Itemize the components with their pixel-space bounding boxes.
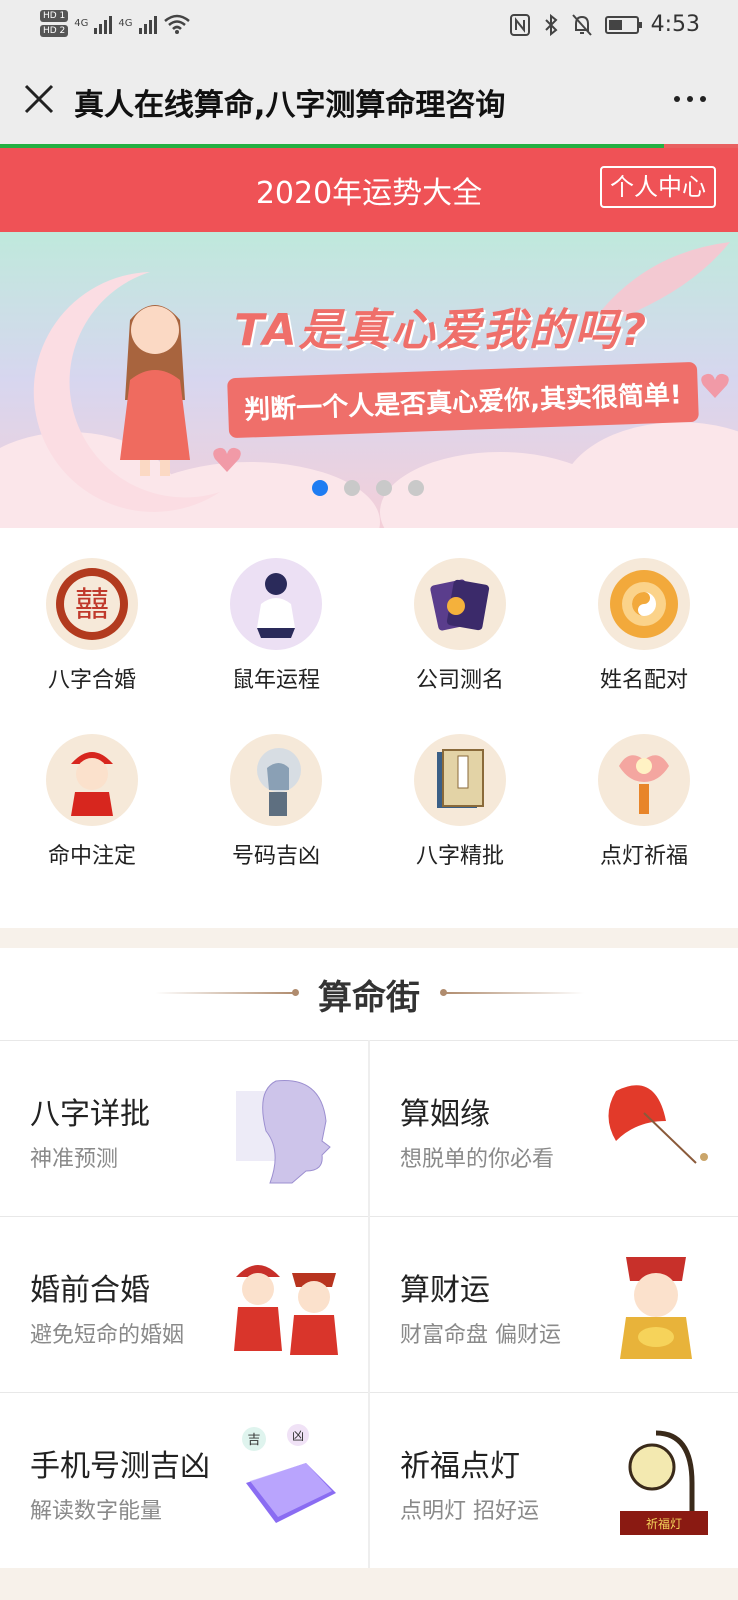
carousel-dot[interactable] [344, 480, 360, 496]
grid-item-bazi-jingpi[interactable]: 八字精批 [368, 734, 552, 870]
bride-icon [46, 734, 138, 826]
card-shoujihao-jixiong[interactable]: 手机号测吉凶 解读数字能量 吉 凶 [0, 1392, 368, 1568]
xiong-tag: 凶 [292, 1429, 304, 1443]
lamp-icon: 祈福灯 [620, 1430, 708, 1535]
grid-item-label: 鼠年运程 [231, 668, 320, 693]
more-icon[interactable] [674, 96, 706, 102]
page-bottom [0, 1568, 738, 1600]
umbrella-icon [608, 1085, 708, 1164]
signal-2-icon [138, 14, 157, 34]
card-suan-yinyuan[interactable]: 算姻缘 想脱单的你必看 [370, 1040, 738, 1216]
card-suan-caiyun[interactable]: 算财运 财富命盘 偏财运 [370, 1216, 738, 1392]
close-icon[interactable] [22, 82, 56, 116]
svg-text:囍: 囍 [75, 585, 109, 625]
grid-item-label: 命中注定 [47, 844, 136, 869]
carousel-dot[interactable] [312, 480, 328, 496]
grid-item-label: 八字精批 [415, 844, 504, 869]
banner-headline: TA是真心爱我的吗? [234, 305, 649, 356]
grid-item-haoma-jixiong[interactable]: 号码吉凶 [184, 734, 368, 870]
card-title: 手机号测吉凶 [30, 1449, 210, 1484]
user-center-button[interactable]: 个人中心 [600, 166, 716, 208]
signal-1-icon [94, 14, 113, 34]
grid-item-label: 号码吉凶 [231, 844, 320, 869]
webview-title-bar: 真人在线算命,八字测算命理咨询 [0, 56, 738, 144]
card-subtitle: 想脱单的你必看 [400, 1147, 555, 1172]
grid-item-gongsi-ceming[interactable]: 公司测名 [368, 558, 552, 694]
heart-icon [213, 447, 241, 472]
feature-grid: 囍 八字合婚 鼠年运程 公司测名 姓名配对 命中注定 号码吉凶 八字精批 点灯祈… [0, 530, 738, 928]
divider-right [444, 992, 584, 994]
bluetooth-icon [544, 13, 558, 36]
grid-item-label: 八字合婚 [47, 668, 136, 693]
status-bar: HD 1 HD 2 4G 4G 4:53 [0, 0, 738, 56]
section-title: 算命街 [318, 978, 420, 1018]
grid-item-bazi-hehun[interactable]: 囍 八字合婚 [0, 558, 184, 694]
carousel-dot[interactable] [376, 480, 392, 496]
fortune-god-icon [620, 1257, 692, 1359]
status-left: HD 1 HD 2 4G 4G [40, 10, 191, 37]
card-subtitle: 神准预测 [30, 1147, 119, 1172]
robot-icon [230, 734, 322, 826]
card-subtitle: 解读数字能量 [30, 1499, 163, 1524]
carousel-indicator [312, 480, 424, 496]
card-hunqian-hehun[interactable]: 婚前合婚 避免短命的婚姻 [0, 1216, 368, 1392]
network-type-1: 4G [74, 18, 89, 29]
card-bazi-xiangpi[interactable]: 八字详批 神准预测 [0, 1040, 368, 1216]
wifi-icon [163, 14, 190, 34]
lamp-label: 祈福灯 [646, 1516, 682, 1531]
book-icon [414, 734, 506, 826]
grid-item-label: 点灯祈福 [599, 844, 688, 869]
phone-icon: 吉 凶 [242, 1424, 336, 1523]
network-type-2: 4G [118, 18, 133, 29]
double-happiness-icon: 囍 [46, 558, 138, 650]
cards-icon [414, 558, 506, 650]
clock: 4:53 [650, 12, 700, 37]
grid-item-label: 姓名配对 [599, 668, 688, 693]
lotus-lamp-icon [598, 734, 690, 826]
hd1-badge: HD 1 [40, 10, 69, 22]
bagua-icon [598, 558, 690, 650]
card-subtitle: 财富命盘 偏财运 [400, 1323, 561, 1348]
card-title: 祈福点灯 [400, 1449, 520, 1484]
card-title: 婚前合婚 [30, 1273, 150, 1308]
grid-item-xingming-peidui[interactable]: 姓名配对 [552, 558, 736, 694]
couple-icon [234, 1265, 338, 1355]
nfc-icon [509, 13, 530, 36]
girl-illustration [120, 305, 190, 476]
grid-item-label: 公司测名 [415, 668, 504, 693]
grid-item-diandeng-qifu[interactable]: 点灯祈福 [552, 734, 736, 870]
card-title: 算姻缘 [400, 1097, 490, 1132]
section-header: 算命街 [0, 948, 738, 1040]
mute-bell-icon [571, 13, 592, 36]
app-header: 2020年运势大全 个人中心 [0, 148, 738, 232]
hd-badges: HD 1 HD 2 [40, 10, 69, 37]
card-column-divider [368, 1040, 370, 1568]
carousel-dot[interactable] [408, 480, 424, 496]
face-scan-icon [236, 1080, 331, 1184]
status-right: 4:53 [509, 12, 700, 37]
heart-icon [701, 373, 729, 398]
card-title: 算财运 [400, 1273, 490, 1308]
ji-tag: 吉 [247, 1433, 260, 1448]
section-separator [0, 928, 738, 948]
card-subtitle: 避免短命的婚姻 [30, 1323, 185, 1348]
card-title: 八字详批 [30, 1097, 150, 1132]
sitting-person-icon [230, 558, 322, 650]
page-title: 真人在线算命,八字测算命理咨询 [74, 88, 506, 123]
card-subtitle: 点明灯 招好运 [400, 1499, 539, 1524]
hd2-badge: HD 2 [40, 25, 69, 37]
grid-item-shunian-yuncheng[interactable]: 鼠年运程 [184, 558, 368, 694]
card-qifu-diandeng[interactable]: 祈福点灯 点明灯 招好运 祈福灯 [370, 1392, 738, 1568]
battery-icon [604, 15, 642, 34]
grid-item-mingzhong-zhuding[interactable]: 命中注定 [0, 734, 184, 870]
